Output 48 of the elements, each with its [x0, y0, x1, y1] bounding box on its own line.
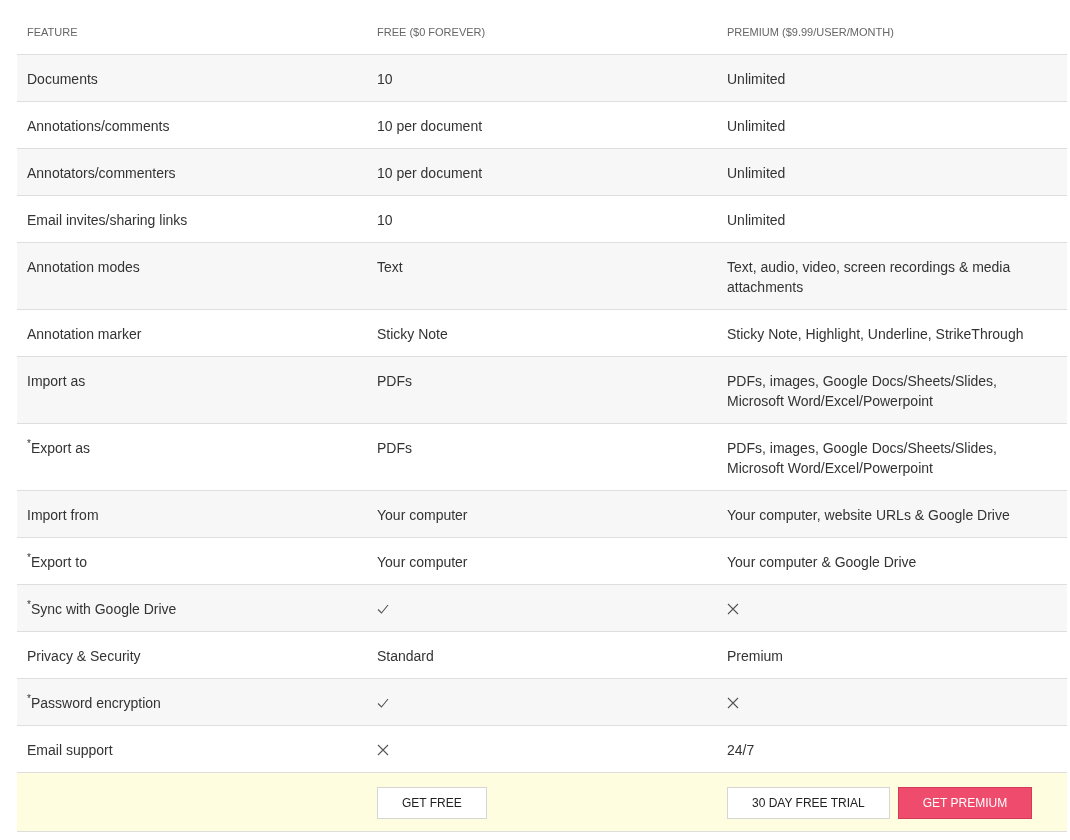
cross-icon	[727, 697, 739, 709]
check-icon	[377, 603, 389, 615]
table-cell-text: Unlimited	[727, 117, 786, 136]
table-cell-text: PDFs	[377, 372, 412, 391]
table-cell-text: 10 per document	[377, 117, 483, 136]
table-cell-text: Your computer & Google Drive	[727, 553, 917, 572]
table-cell-text: Your computer	[377, 553, 468, 572]
cross-icon	[377, 744, 389, 756]
table-cell-text: 24/7	[727, 741, 755, 760]
table-cell-text: Unlimited	[727, 164, 786, 183]
table-cell-text: Premium	[727, 647, 783, 666]
feature-label: Annotations/comments	[27, 117, 170, 136]
feature-label: $^{*}$Password encryption	[27, 693, 161, 713]
plan-button[interactable]: 30 DAY FREE TRIAL	[727, 787, 890, 819]
table-cell-text: Standard	[377, 647, 434, 666]
table-cell-text: PDFs	[377, 439, 412, 458]
table-cell-text: Sticky Note	[377, 325, 448, 344]
table-cell-text: Unlimited	[727, 211, 786, 230]
feature-label: Import as	[27, 372, 86, 391]
feature-label: Documents	[27, 70, 98, 89]
table-cell-text: Sticky Note, Highlight, Underline, StrikeThrough	[727, 325, 1024, 344]
table-cell-text: PDFs, images, Google Docs/Sheets/Slides, Microsoft Word/Excel/Powerpoint	[727, 439, 998, 478]
feature-label: Email support	[27, 741, 113, 760]
table-cell-text: PDFs, images, Google Docs/Sheets/Slides, Microsoft Word/Excel/Powerpoint	[727, 372, 998, 411]
feature-label: Privacy & Security	[27, 647, 141, 666]
feature-label: Annotation marker	[27, 325, 142, 344]
table-cell-text: Text	[377, 258, 403, 277]
table-cell-text: Text, audio, video, screen recordings & media attachments	[727, 258, 1012, 297]
table-cell-text: Your computer, website URLs & Google Drive	[727, 506, 1010, 525]
column-header: FREE ($0 FOREVER)	[376, 25, 487, 40]
table-cell-text: 10 per document	[377, 164, 483, 183]
cross-icon	[727, 603, 739, 615]
get-premium-button[interactable]: GET PREMIUM	[897, 787, 1033, 819]
plan-button[interactable]: GET FREE	[377, 787, 487, 819]
feature-label: Email invites/sharing links	[27, 211, 188, 230]
feature-label: Import from	[27, 506, 99, 525]
table-cell-text: Your computer	[377, 506, 468, 525]
feature-label: Annotation modes	[27, 258, 140, 277]
column-header: FEATURE	[26, 25, 79, 40]
feature-label: $^{*}$Sync with Google Drive	[27, 599, 177, 619]
table-cell-text: 10	[377, 70, 393, 89]
feature-label: Annotators/commenters	[27, 164, 176, 183]
check-icon	[377, 697, 389, 709]
table-cell-text: 10	[377, 211, 393, 230]
feature-label: $^{*}$Export to	[27, 552, 87, 572]
table-cell-text: Unlimited	[727, 70, 786, 89]
column-header: PREMIUM ($9.99/USER/MONTH)	[726, 25, 895, 40]
feature-label: $^{*}$Export as	[27, 438, 91, 458]
